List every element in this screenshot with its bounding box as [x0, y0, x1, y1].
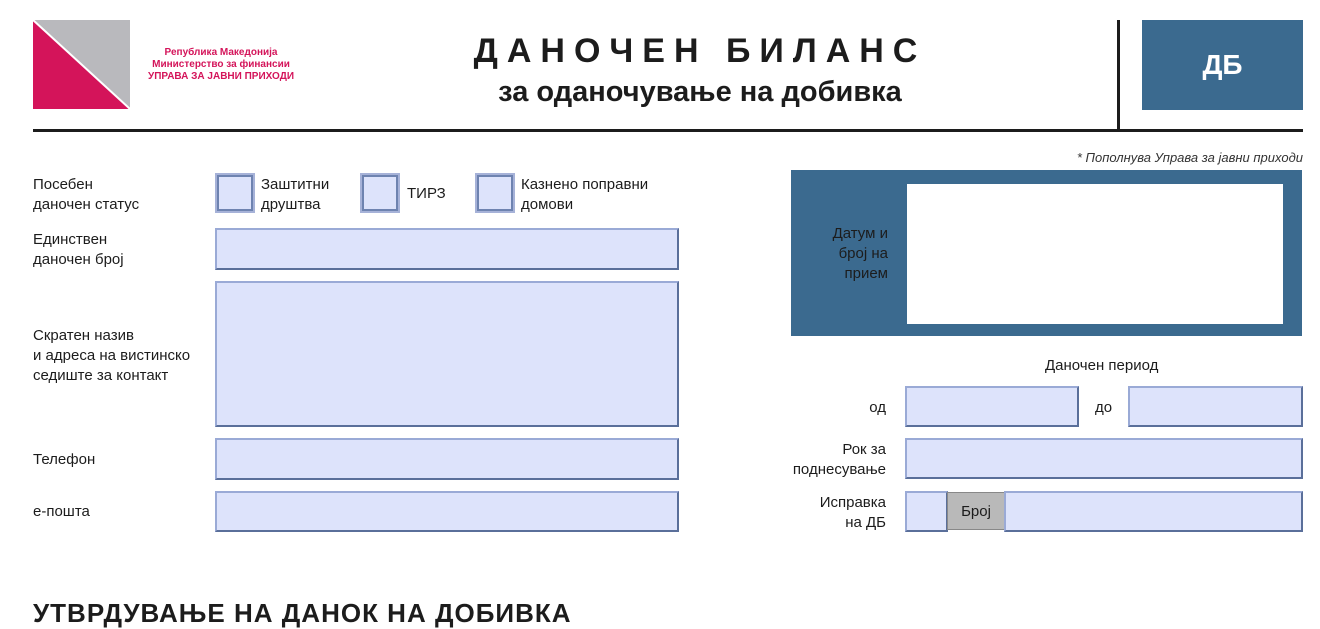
edb-label: Единствен даночен број — [33, 230, 124, 270]
header-divider — [33, 129, 1303, 132]
correction-label-line1: Исправка — [819, 494, 886, 511]
option-label-line1: Казнено поправни — [521, 176, 649, 193]
name-address-label: Скратен назив и адреса на вистинско седи… — [33, 326, 190, 386]
period-from-label: од — [869, 399, 886, 416]
receipt-date-number-field — [907, 184, 1283, 324]
special-status-label: Посебен даночен статус — [33, 175, 139, 215]
org-line-3: УПРАВА ЗА ЈАВНИ ПРИХОДИ — [148, 71, 295, 82]
phone-label: Телефон — [33, 451, 96, 468]
checkbox-tirz-label: ТИРЗ — [407, 185, 446, 202]
option-label-line2: друштва — [261, 196, 321, 213]
checkbox-correctional-facilities-label: Казнено поправни домови — [521, 175, 648, 215]
special-status-label-line2: даночен статус — [33, 196, 140, 213]
form-title: ДАНОЧЕН БИЛАНС — [473, 32, 927, 70]
office-use-note: * Пополнува Управа за јавни приходи — [1076, 150, 1303, 165]
edb-input[interactable] — [215, 228, 679, 270]
deadline-input[interactable] — [905, 438, 1303, 479]
receipt-label-line1: Датум и — [832, 225, 888, 242]
receipt-label: Датум и број на прием — [800, 224, 888, 284]
period-from-input[interactable] — [905, 386, 1079, 427]
name-address-label-line1: Скратен назив — [33, 327, 134, 344]
name-address-input[interactable] — [215, 281, 679, 427]
deadline-label-line2: поднесување — [792, 461, 886, 478]
correction-label-line2: на ДБ — [845, 514, 886, 531]
period-to-label: до — [1095, 399, 1113, 416]
form-subtitle: за оданочување на добивка — [498, 76, 902, 108]
header-divider-vertical — [1117, 20, 1120, 131]
correction-checkbox[interactable] — [905, 491, 948, 532]
deadline-label-line1: Рок за — [842, 441, 886, 458]
receipt-label-line2: број на — [838, 245, 888, 262]
receipt-label-line3: прием — [844, 265, 889, 282]
checkbox-tirz[interactable] — [360, 173, 400, 213]
checkbox-protected-companies-label: Заштитни друштва — [261, 175, 329, 215]
correction-number-input[interactable] — [1004, 491, 1303, 532]
correction-label: Исправка на ДБ — [770, 493, 886, 533]
org-line-2: Министерство за финансии — [152, 59, 290, 70]
ujp-logo — [32, 19, 131, 110]
period-to-input[interactable] — [1128, 386, 1303, 427]
section-heading: УТВРДУВАЊЕ НА ДАНОК НА ДОБИВКА — [33, 598, 572, 628]
tax-period-heading: Даночен период — [1045, 357, 1159, 374]
checkbox-correctional-facilities[interactable] — [475, 173, 515, 213]
deadline-label: Рок за поднесување — [770, 440, 886, 480]
edb-label-line1: Единствен — [33, 231, 108, 248]
option-label-line1: Заштитни — [261, 176, 330, 193]
special-status-label-line1: Посебен — [33, 176, 93, 193]
email-label: е-пошта — [33, 503, 90, 520]
option-label-line2: домови — [521, 196, 574, 213]
org-line-1: Република Македонија — [164, 47, 278, 58]
phone-input[interactable] — [215, 438, 679, 480]
name-address-label-line3: седиште за контакт — [33, 367, 169, 384]
name-address-label-line2: и адреса на вистинско — [33, 347, 191, 364]
checkbox-protected-companies[interactable] — [215, 173, 255, 213]
email-input[interactable] — [215, 491, 679, 532]
edb-label-line2: даночен број — [33, 251, 124, 268]
form-code-badge: ДБ — [1142, 20, 1303, 110]
organization-name: Република Македонија Министерство за фин… — [148, 47, 294, 83]
correction-number-label: Број — [947, 492, 1005, 530]
